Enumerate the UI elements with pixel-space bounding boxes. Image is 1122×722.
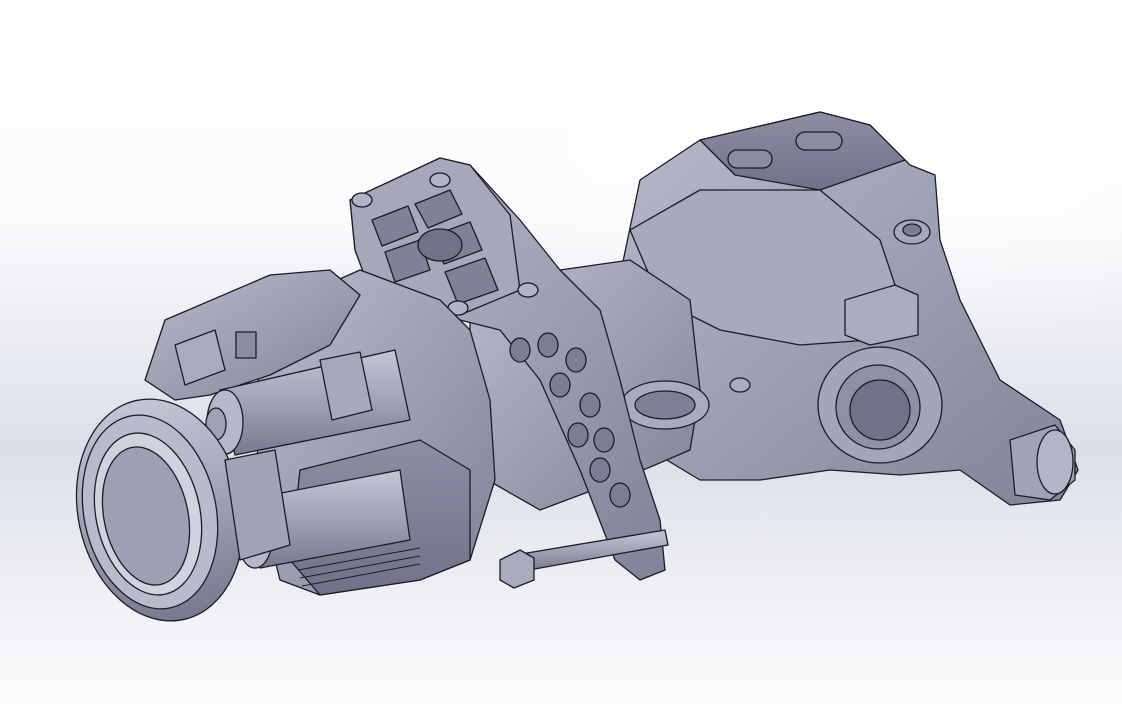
top-slot-left xyxy=(727,149,773,169)
connector-pin xyxy=(235,331,257,359)
bracket-center-hole xyxy=(417,228,463,262)
graphics-viewport[interactable] xyxy=(0,0,1122,722)
cad-model[interactable] xyxy=(0,0,1122,722)
bolt-head xyxy=(499,549,535,589)
bracket-bolt-2 xyxy=(429,172,451,188)
neck-bolt xyxy=(729,377,751,393)
bracket-bolt-1 xyxy=(351,192,373,208)
bracket-bolt-4 xyxy=(517,282,539,298)
top-slot-right xyxy=(795,131,843,151)
